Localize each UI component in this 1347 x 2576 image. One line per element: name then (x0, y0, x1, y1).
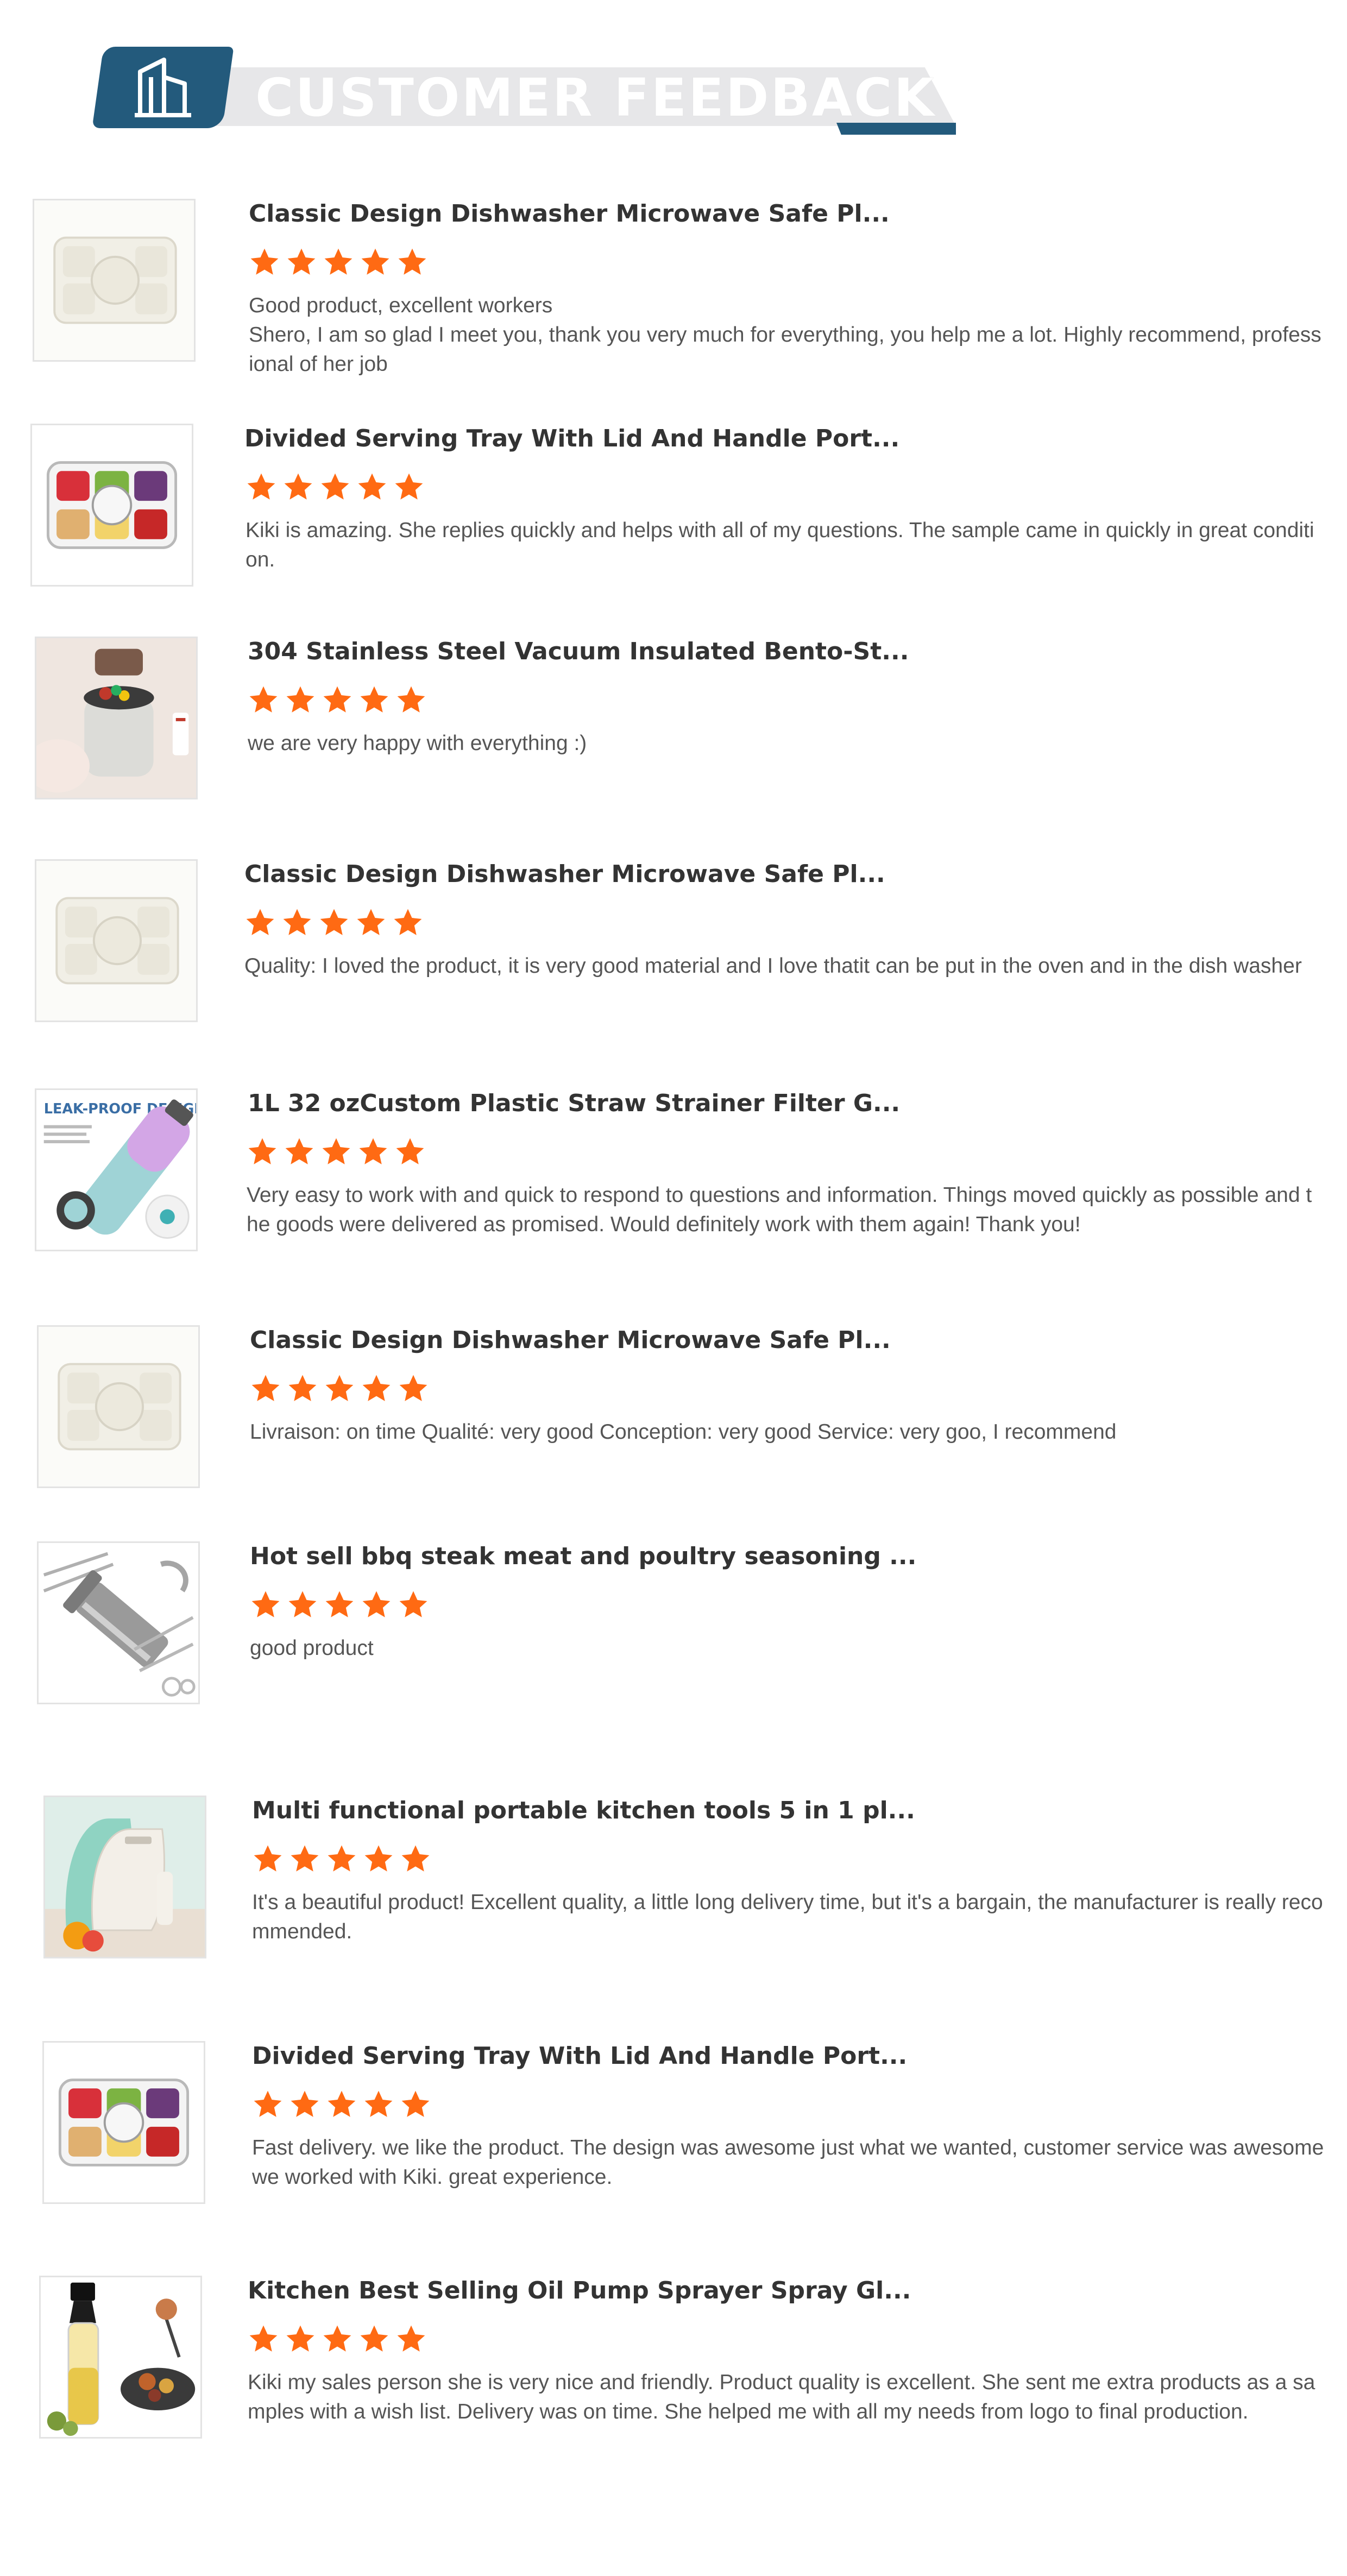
star-icon (323, 686, 351, 713)
star-icon (360, 2325, 388, 2352)
star-icon (364, 2090, 393, 2117)
star-icon (287, 248, 316, 275)
review-product-title[interactable]: Classic Design Dishwasher Microwave Safe… (244, 859, 885, 890)
review-product-title[interactable]: Classic Design Dishwasher Microwave Safe… (250, 1325, 891, 1356)
product-image[interactable] (37, 1541, 200, 1704)
star-icon (254, 2090, 282, 2117)
rating-stars (252, 2089, 437, 2121)
review-text: Kiki my sales person she is very nice an… (248, 2371, 1315, 2423)
star-icon (399, 1375, 427, 1401)
star-icon (291, 2090, 319, 2117)
review-text: Fast delivery. we like the product. The … (252, 2136, 1324, 2189)
product-image[interactable] (35, 859, 198, 1022)
star-icon (357, 909, 385, 935)
star-icon (250, 248, 279, 275)
review-text: Very easy to work with and quick to resp… (247, 1183, 1312, 1236)
review-text: Quality: I loved the product, it is very… (244, 954, 1302, 978)
review-text: It's a beautiful product! Excellent qual… (252, 1891, 1323, 1943)
star-icon (251, 1591, 280, 1617)
rating-stars (248, 684, 432, 717)
star-icon (397, 686, 425, 713)
review-product-title[interactable]: Multi functional portable kitchen tools … (252, 1796, 915, 1826)
star-icon (398, 248, 426, 275)
product-image[interactable] (35, 637, 198, 799)
review-text: Good product, excellent workers Shero, I… (249, 294, 1321, 376)
star-icon (286, 2325, 314, 2352)
star-icon (285, 1138, 313, 1164)
review-product-title[interactable]: 1L 32 ozCustom Plastic Straw Strainer Fi… (248, 1088, 900, 1119)
star-icon (321, 473, 349, 500)
star-icon (401, 2090, 430, 2117)
star-icon (361, 248, 389, 275)
star-icon (249, 686, 278, 713)
rating-stars (248, 2323, 432, 2356)
star-icon (396, 1138, 424, 1164)
star-icon (328, 1845, 356, 1872)
star-icon (401, 1845, 430, 1872)
review-text: we are very happy with everything :) (248, 732, 587, 755)
product-image[interactable] (37, 1325, 200, 1488)
building-icon (133, 55, 193, 118)
rating-stars (250, 1589, 435, 1622)
star-icon (324, 248, 353, 275)
star-icon (248, 1138, 276, 1164)
review-text: good product (250, 1636, 374, 1660)
rating-stars (246, 471, 430, 504)
star-icon (362, 1375, 391, 1401)
star-icon (325, 1591, 354, 1617)
star-icon (359, 1138, 387, 1164)
review-text: Kiki is amazing. She replies quickly and… (246, 519, 1314, 571)
product-image[interactable]: LEAK-PROOF DESIGN (35, 1088, 198, 1251)
review-product-title[interactable]: Divided Serving Tray With Lid And Handle… (252, 2041, 907, 2071)
page-title: CUSTOMER FEEDBACK (255, 67, 936, 128)
review-product-title[interactable]: Classic Design Dishwasher Microwave Safe… (249, 199, 890, 229)
star-icon (362, 1591, 391, 1617)
star-icon (320, 909, 348, 935)
product-image[interactable] (42, 2041, 205, 2204)
star-icon (251, 1375, 280, 1401)
rating-stars (250, 1373, 435, 1406)
star-icon (254, 1845, 282, 1872)
star-icon (246, 909, 274, 935)
product-image[interactable] (43, 1796, 206, 1958)
star-icon (395, 473, 423, 500)
review-product-title[interactable]: Hot sell bbq steak meat and poultry seas… (250, 1541, 916, 1572)
star-icon (360, 686, 388, 713)
review-product-title[interactable]: 304 Stainless Steel Vacuum Insulated Ben… (248, 637, 909, 667)
star-icon (288, 1375, 317, 1401)
rating-stars (244, 907, 429, 940)
star-icon (397, 2325, 425, 2352)
star-icon (364, 1845, 393, 1872)
star-icon (323, 2325, 351, 2352)
rating-stars (249, 247, 433, 279)
feedback-banner: CUSTOMER FEEDBACK (92, 47, 956, 139)
star-icon (399, 1591, 427, 1617)
rating-stars (247, 1136, 431, 1169)
star-icon (322, 1138, 350, 1164)
review-text: Livraison: on time Qualité: very good Co… (250, 1420, 1117, 1444)
star-icon (283, 909, 311, 935)
star-icon (286, 686, 314, 713)
star-icon (249, 2325, 278, 2352)
star-icon (291, 1845, 319, 1872)
product-image[interactable] (30, 424, 193, 587)
star-icon (288, 1591, 317, 1617)
product-image[interactable] (39, 2276, 202, 2439)
product-image[interactable] (33, 199, 196, 362)
star-icon (328, 2090, 356, 2117)
star-icon (394, 909, 422, 935)
rating-stars (252, 1843, 437, 1876)
star-icon (358, 473, 386, 500)
star-icon (284, 473, 312, 500)
star-icon (247, 473, 275, 500)
star-icon (325, 1375, 354, 1401)
review-product-title[interactable]: Divided Serving Tray With Lid And Handle… (244, 424, 899, 454)
review-product-title[interactable]: Kitchen Best Selling Oil Pump Sprayer Sp… (248, 2276, 911, 2306)
